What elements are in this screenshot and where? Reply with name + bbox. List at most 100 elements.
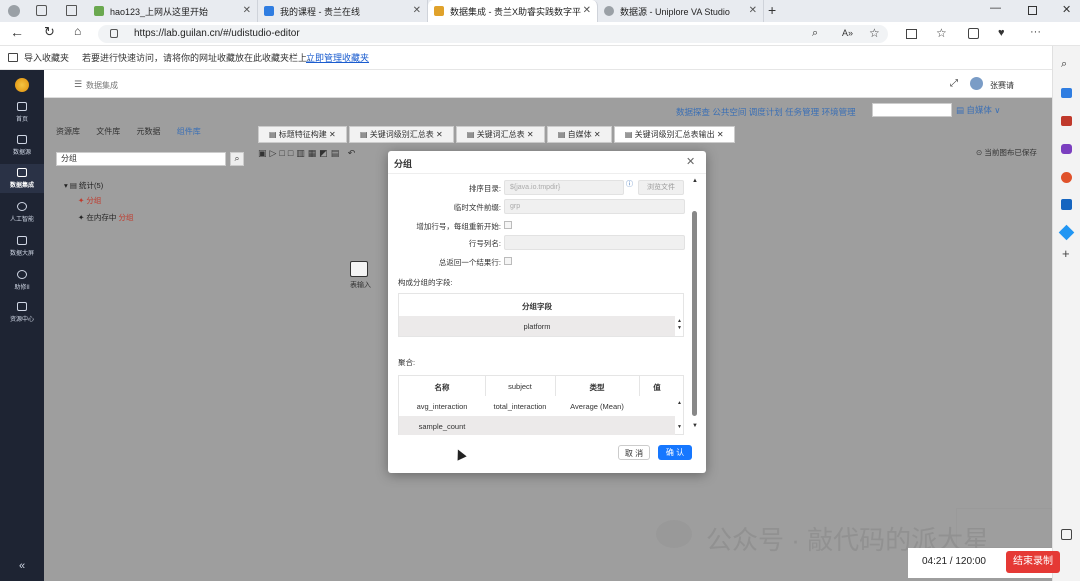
stop-recording-button[interactable]: 结束录制 [1006,551,1060,573]
new-tab-button[interactable]: + [768,2,776,18]
tab-actions-icon[interactable] [66,5,77,16]
table-row[interactable]: avg_interaction total_interaction Averag… [399,396,675,416]
nav-item-home[interactable]: 首页 [0,102,44,123]
restore-button[interactable] [1028,6,1037,15]
add-icon[interactable]: + [1062,246,1070,261]
import-favorites-link[interactable]: 导入收藏夹 [24,46,69,70]
outlook-icon[interactable] [1061,199,1072,210]
favorites-hint: 若要进行快速访问，请将你的网址收藏放在此收藏夹栏上。 [82,53,317,63]
env-select[interactable] [872,103,952,117]
nav-item-dashboard[interactable]: 数据大屏 [0,236,44,257]
menu-item-env[interactable]: 环境管理 [822,107,856,117]
media-select[interactable]: ▤ 自媒体 ∨ [956,104,1001,116]
tree-group[interactable]: ▾ ▤ 统计(5) [64,180,133,191]
manage-favorites-link[interactable]: 立即管理收藏夹 [306,46,369,70]
shopping-icon[interactable] [1061,88,1072,98]
close-icon[interactable]: ✕ [413,5,421,16]
aggregation-label: 聚合: [398,358,416,367]
nav-item-data-integration[interactable]: 数据集成 [0,164,44,193]
split-screen-icon[interactable] [906,29,917,39]
browser-tab-active[interactable]: 数据集成 - 贵兰X助睿实践数字平 ✕ [428,0,598,22]
url-field[interactable]: https://lab.guilan.cn/#/udistudio-editor [98,25,888,43]
favorite-star-icon[interactable]: ☆ [869,26,880,40]
zoom-icon[interactable]: ⌕ [812,27,818,40]
tools-icon[interactable] [1061,116,1072,126]
table-row[interactable]: sample_count [399,416,675,435]
menu-item-tasks[interactable]: 任务管理 [785,107,819,117]
scroll-up-icon[interactable]: ▲ [692,178,698,184]
scroll-down-icon[interactable]: ▼ [677,424,682,430]
close-icon[interactable]: ✕ [583,5,591,16]
extensions-icon[interactable]: ♥ [998,27,1005,39]
close-icon[interactable]: ✕ [243,5,251,16]
close-icon[interactable]: ✕ [686,155,695,168]
search-icon[interactable]: ⌕ [1061,58,1067,71]
tree-item[interactable]: ✦ 分组 [78,195,133,206]
collections-icon[interactable] [968,28,979,39]
dialog-scrollbar[interactable] [692,211,697,416]
workspaces-icon[interactable] [36,5,47,16]
top-menu: 数据探查 公共空间 调度计划 任务管理 环境管理 [676,106,856,118]
component-search-input[interactable]: 分组 [56,152,226,166]
office-icon[interactable] [1061,172,1072,183]
editor-tab[interactable]: ▤ 关键词汇总表 ✕ [455,126,545,143]
menu-item-schedule[interactable]: 调度计划 [749,107,783,117]
browser-tab[interactable]: 我的课程 - 贵兰在线 ✕ [258,0,428,22]
tab-file-lib[interactable]: 文件库 [96,127,120,136]
back-icon[interactable]: ← [10,24,24,40]
confirm-button[interactable]: 确 认 [658,445,692,460]
table-row[interactable]: platform [399,316,675,336]
always-one-label: 总返回一个结果行: [438,258,501,267]
scroll-up-icon[interactable]: ▲ [677,400,682,406]
import-favorites-icon[interactable] [8,53,18,62]
always-one-checkbox[interactable] [504,257,512,265]
tree-item[interactable]: ✦ 在内存中 分组 [78,212,133,223]
more-icon[interactable]: ··· [1030,26,1041,38]
favorites-icon[interactable]: ☆ [936,26,947,40]
sort-dir-field[interactable]: ${java.io.tmpdir} [504,180,624,195]
menu-icon[interactable]: ☰ [74,79,82,90]
row-col-field[interactable] [504,235,685,250]
avatar[interactable] [970,77,983,90]
canvas-node[interactable] [350,261,368,277]
close-window-button[interactable]: ✕ [1062,3,1071,16]
search-icon[interactable]: ⌕ [230,152,244,166]
tab-metadata[interactable]: 元数据 [136,127,160,136]
tab-components[interactable]: 组件库 [177,127,201,136]
minimize-button[interactable]: — [990,2,1001,14]
breadcrumb: 数据集成 [86,81,118,90]
nav-item-resources[interactable]: 资源中心 [0,302,44,323]
recording-time: 04:21 / 120:00 [922,556,986,567]
nav-item-ai[interactable]: 人工智能 [0,202,44,223]
home-icon[interactable]: ⌂ [74,24,81,38]
browser-tab[interactable]: 数据源 - Uniplore VA Studio ✕ [598,0,764,22]
browse-button[interactable]: 浏览文件 [638,180,684,195]
editor-tabs: ▤ 标题特征构建 ✕ ▤ 关键词级别汇总表 ✕ ▤ 关键词汇总表 ✕ ▤ 自媒体… [258,126,735,143]
temp-prefix-field[interactable]: grp [504,199,685,214]
refresh-icon[interactable]: ↻ [44,24,55,40]
editor-tab-active[interactable]: ▤ 关键词级别汇总表输出 ✕ [613,126,735,143]
editor-tab[interactable]: ▤ 关键词级别汇总表 ✕ [348,126,454,143]
browser-tab[interactable]: hao123_上网从这里开始 ✕ [88,0,258,22]
profile-icon[interactable] [8,5,20,17]
menu-item-public[interactable]: 公共空间 [712,107,746,117]
nav-item-datasource[interactable]: 数据源 [0,135,44,156]
cancel-button[interactable]: 取 消 [618,445,650,460]
games-icon[interactable] [1061,144,1072,154]
fullscreen-icon[interactable]: ⤢ [950,78,958,89]
collapse-nav-button[interactable]: « [0,560,44,572]
tab-resource-lib[interactable]: 资源库 [56,127,80,136]
scroll-down-icon[interactable]: ▼ [692,423,698,429]
designer-icon[interactable] [1058,224,1075,241]
menu-item-explore[interactable]: 数据探查 [676,107,710,117]
editor-tab[interactable]: ▤ 标题特征构建 ✕ [258,126,347,143]
add-row-checkbox[interactable] [504,221,512,229]
edge-sidebar: ⌕ + [1052,46,1080,581]
nav-item-assistant[interactable]: 助修II [0,270,44,291]
close-icon[interactable]: ✕ [749,5,757,16]
editor-tab[interactable]: ▤ 自媒体 ✕ [546,126,612,143]
sidebar-settings-icon[interactable] [1061,529,1072,540]
canvas-node-label: 表输入 [350,282,371,289]
scroll-arrows-icon[interactable]: ▲ ▼ [677,318,682,332]
read-aloud-icon[interactable]: A» [842,28,853,38]
